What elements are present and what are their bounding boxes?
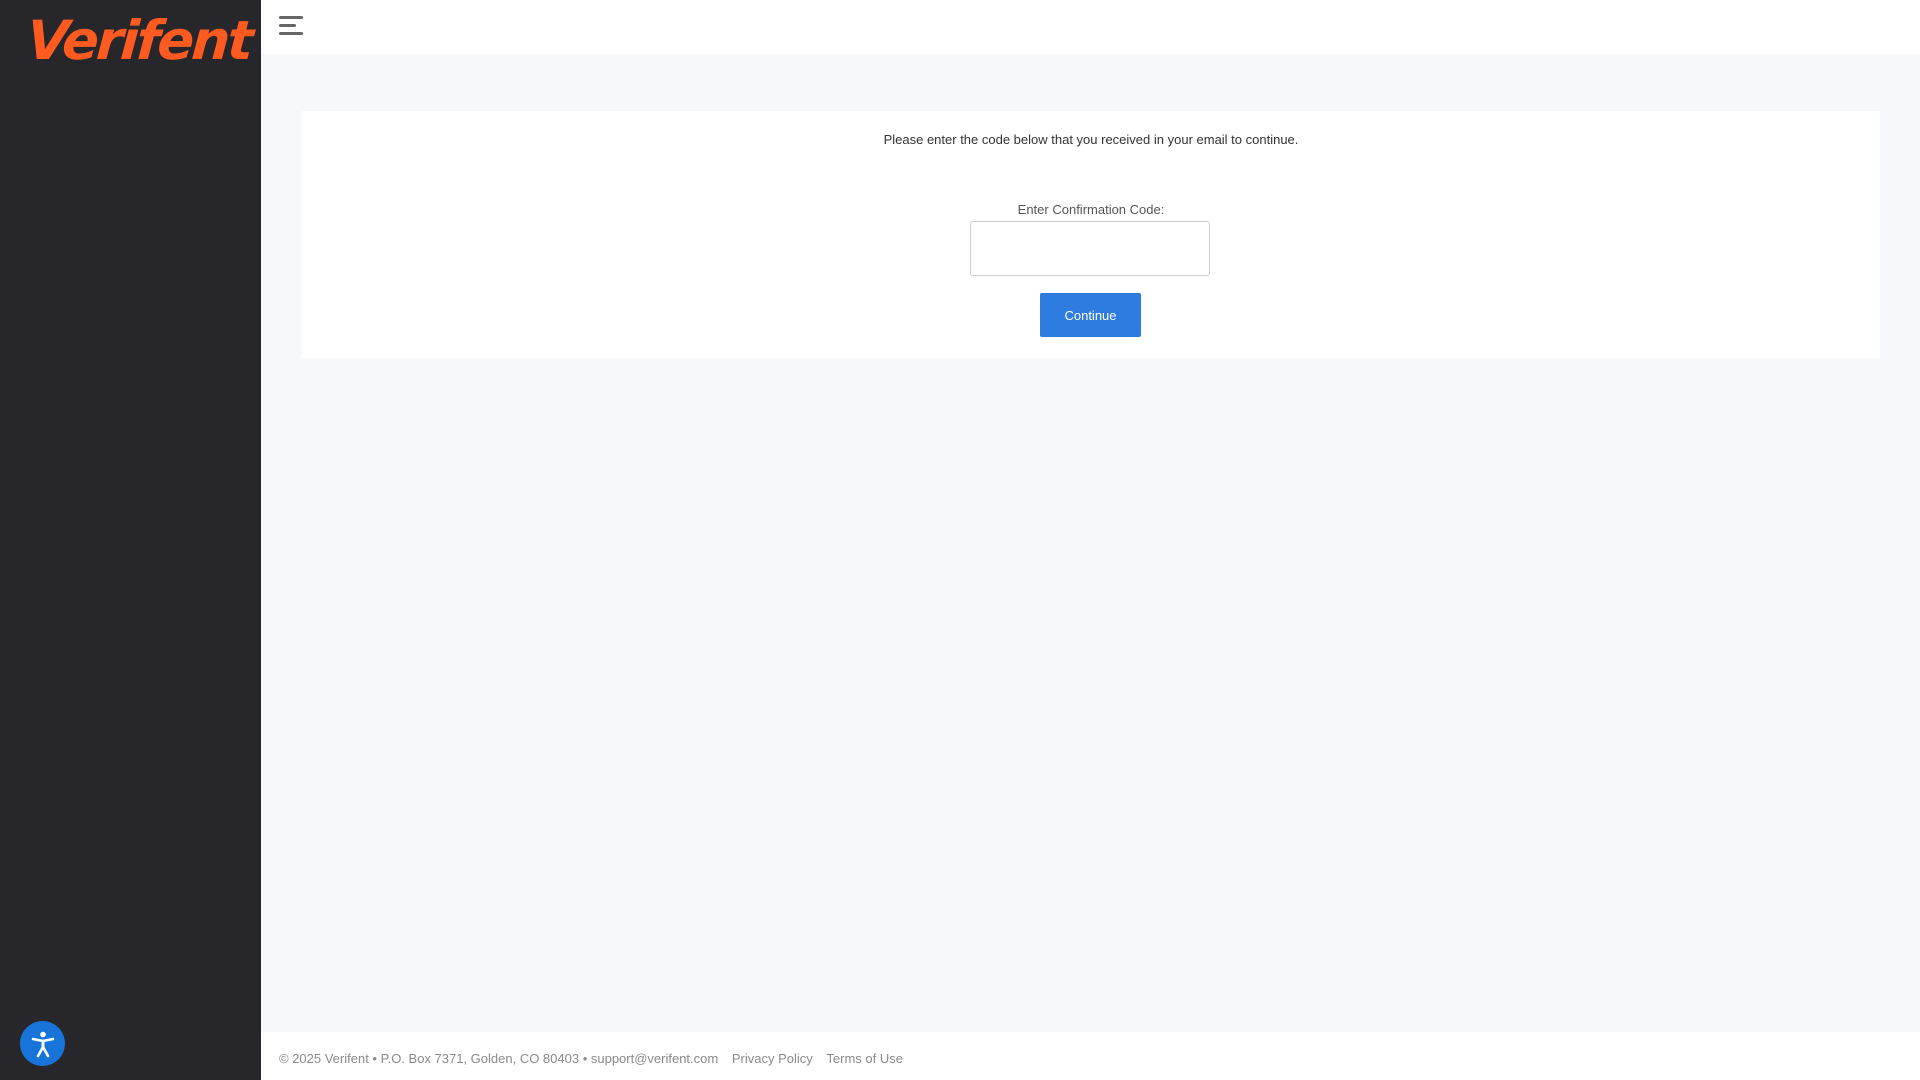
code-label: Enter Confirmation Code: bbox=[1017, 202, 1165, 217]
sidebar: Verifent bbox=[0, 0, 261, 1080]
footer-company-info: © 2025 Verifent • P.O. Box 7371, Golden,… bbox=[279, 1051, 719, 1066]
continue-button[interactable]: Continue bbox=[1040, 293, 1141, 337]
accessibility-button[interactable] bbox=[20, 1021, 65, 1066]
privacy-policy-link[interactable]: Privacy Policy bbox=[732, 1051, 813, 1066]
footer: © 2025 Verifent • P.O. Box 7371, Golden,… bbox=[261, 1032, 1920, 1080]
verifent-logo[interactable]: Verifent bbox=[25, 9, 253, 72]
top-bar bbox=[261, 0, 1920, 54]
accessibility-person-icon bbox=[31, 1031, 54, 1057]
instructions-text: Please enter the code below that you rec… bbox=[883, 132, 1299, 147]
hamburger-menu-icon[interactable] bbox=[279, 16, 305, 38]
confirmation-code-input[interactable] bbox=[970, 221, 1210, 276]
terms-of-use-link[interactable]: Terms of Use bbox=[826, 1051, 903, 1066]
confirmation-card: Please enter the code below that you rec… bbox=[302, 111, 1880, 358]
